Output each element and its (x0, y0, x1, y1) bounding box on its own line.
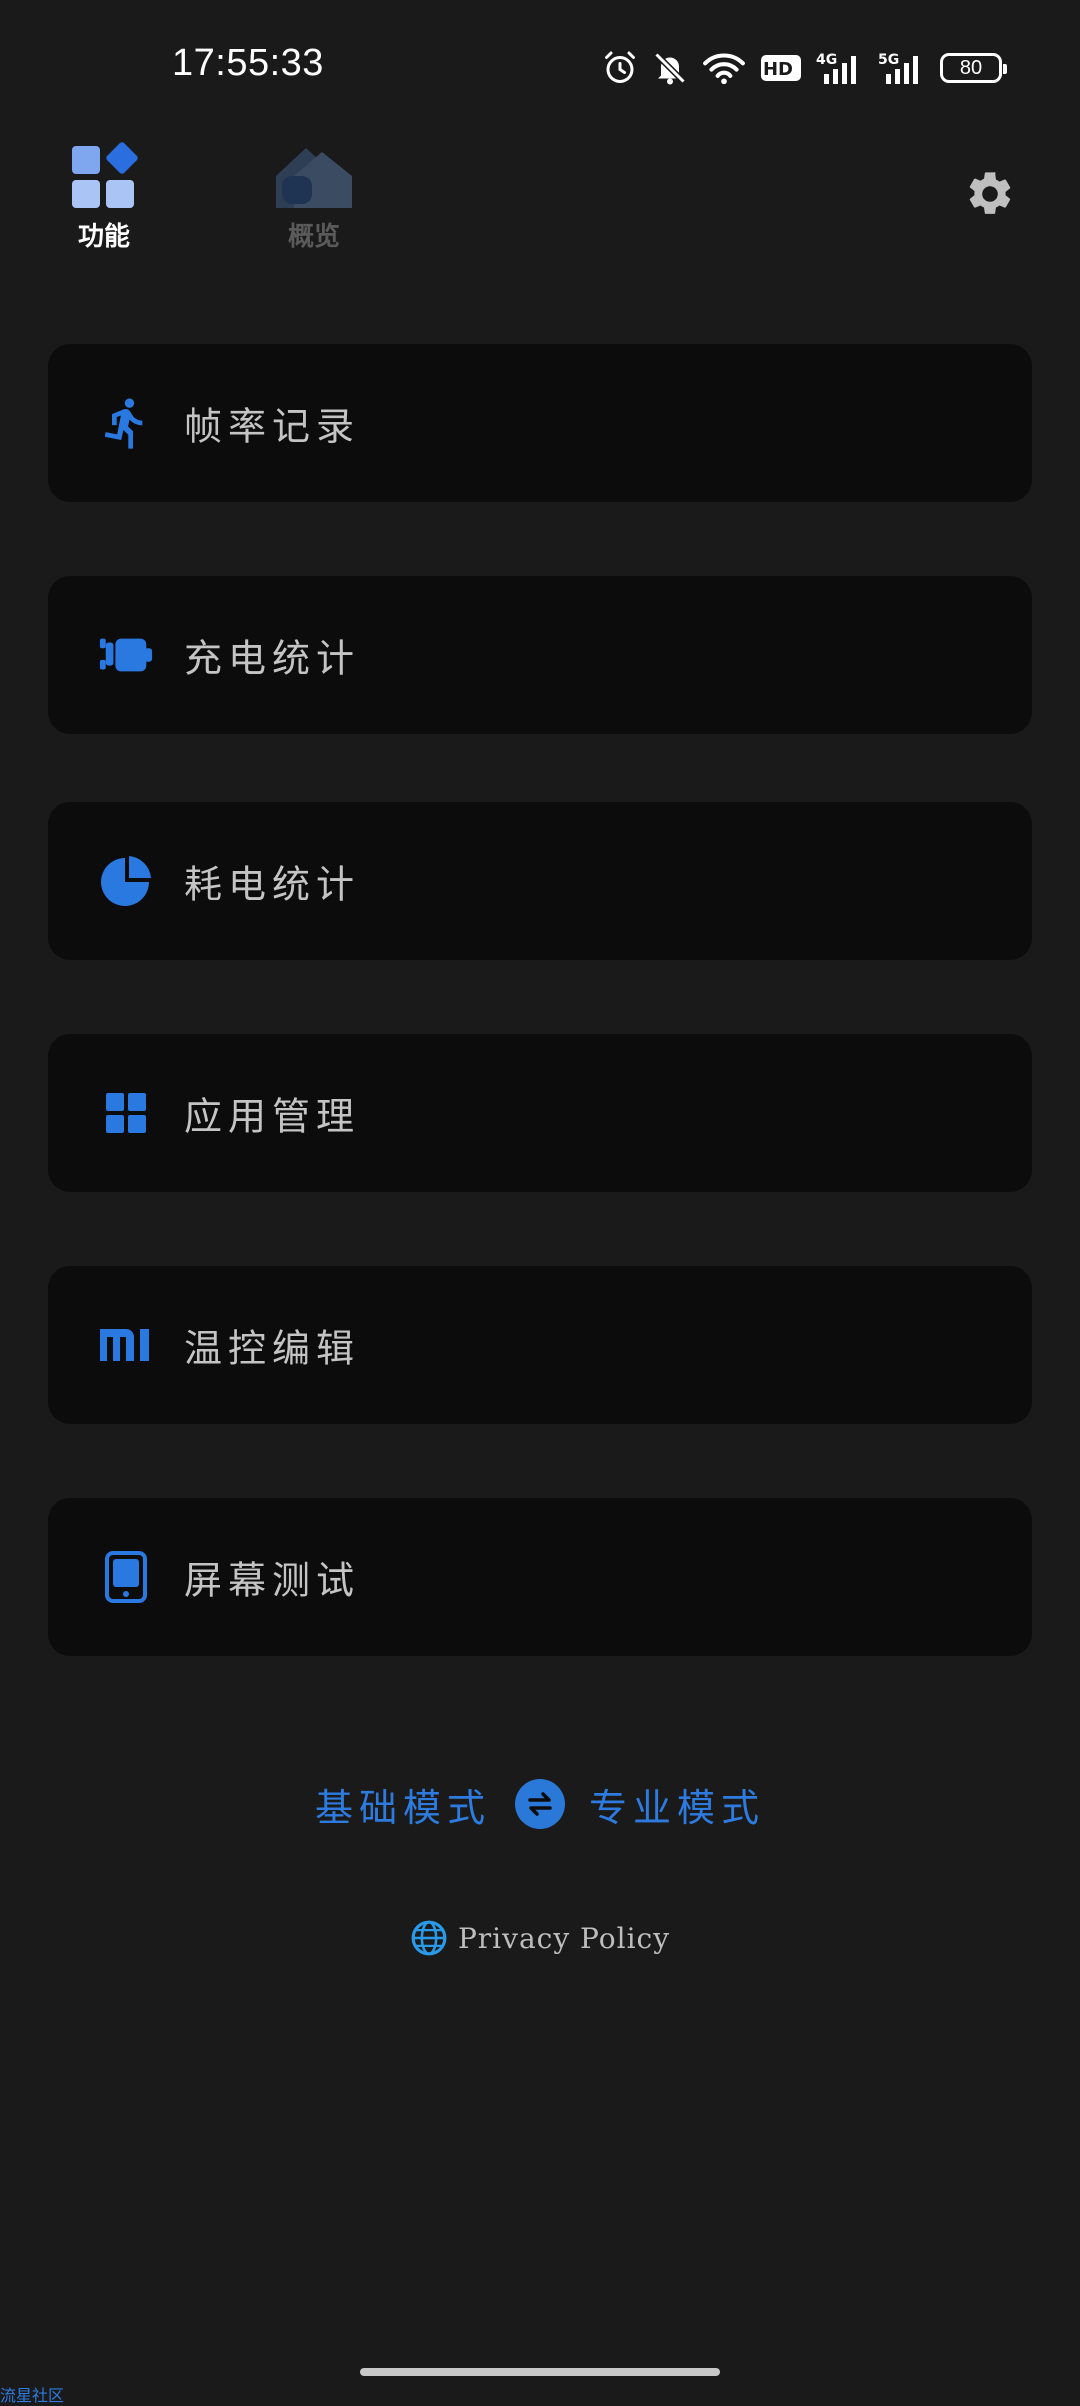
mute-bell-icon (654, 52, 686, 85)
network-2-label: 5G (878, 52, 899, 68)
card-label: 帧率记录 (184, 404, 361, 449)
mode-switch: 基础模式 专业模式 (0, 1774, 1080, 1834)
tab-features-label: 功能 (77, 222, 130, 252)
card-fps-record[interactable]: 帧率记录 (48, 344, 1032, 502)
status-bar: 17:55:33 HD 4G 5G 80 (0, 0, 1080, 136)
overview-home-icon (276, 148, 352, 208)
card-label: 耗电统计 (184, 862, 361, 907)
battery-icon: 80 (940, 53, 1007, 83)
card-label: 充电统计 (184, 636, 361, 681)
features-grid-icon (72, 142, 138, 208)
card-label: 屏幕测试 (184, 1558, 361, 1603)
status-icons: HD 4G 5G 80 (602, 46, 1007, 90)
tab-overview[interactable]: 概览 (254, 142, 374, 253)
pro-mode-label[interactable]: 专业模式 (589, 1777, 765, 1832)
pie-chart-icon (98, 853, 154, 909)
card-app-management[interactable]: 应用管理 (48, 1034, 1032, 1192)
hd-badge-icon: HD (761, 55, 801, 81)
charger-plug-icon (98, 627, 154, 683)
gear-icon (969, 172, 1011, 214)
tab-features[interactable]: 功能 (44, 142, 164, 253)
hd-badge-text: HD (763, 59, 793, 80)
watermark: 流星社区 (0, 2386, 65, 2405)
swap-icon (528, 1792, 552, 1816)
card-label: 应用管理 (184, 1094, 361, 1139)
tab-overview-label: 概览 (287, 222, 340, 252)
card-screen-test[interactable]: 屏幕测试 (48, 1498, 1032, 1656)
alarm-icon (605, 51, 635, 83)
card-label: 温控编辑 (184, 1326, 361, 1371)
signal-4g-icon: 4G (816, 52, 856, 84)
running-person-icon (98, 395, 154, 451)
signal-5g-icon: 5G (878, 52, 918, 84)
card-power-usage[interactable]: 耗电统计 (48, 802, 1032, 960)
globe-icon (411, 1920, 447, 1956)
battery-level: 80 (959, 57, 983, 79)
mi-logo-icon (98, 1317, 154, 1373)
network-1-label: 4G (816, 52, 837, 68)
privacy-policy-link[interactable]: Privacy Policy (0, 1918, 1080, 1958)
status-time: 17:55:33 (172, 42, 324, 84)
basic-mode-label[interactable]: 基础模式 (315, 1777, 491, 1832)
settings-button[interactable] (964, 168, 1016, 220)
wifi-icon (703, 53, 745, 85)
card-charging-stats[interactable]: 充电统计 (48, 576, 1032, 734)
tablet-icon (98, 1549, 154, 1605)
mode-toggle-button[interactable] (515, 1779, 565, 1829)
app-grid-icon (98, 1085, 154, 1141)
privacy-policy-label: Privacy Policy (457, 1921, 671, 1955)
home-indicator[interactable] (360, 2368, 720, 2376)
card-thermal-edit[interactable]: 温控编辑 (48, 1266, 1032, 1424)
